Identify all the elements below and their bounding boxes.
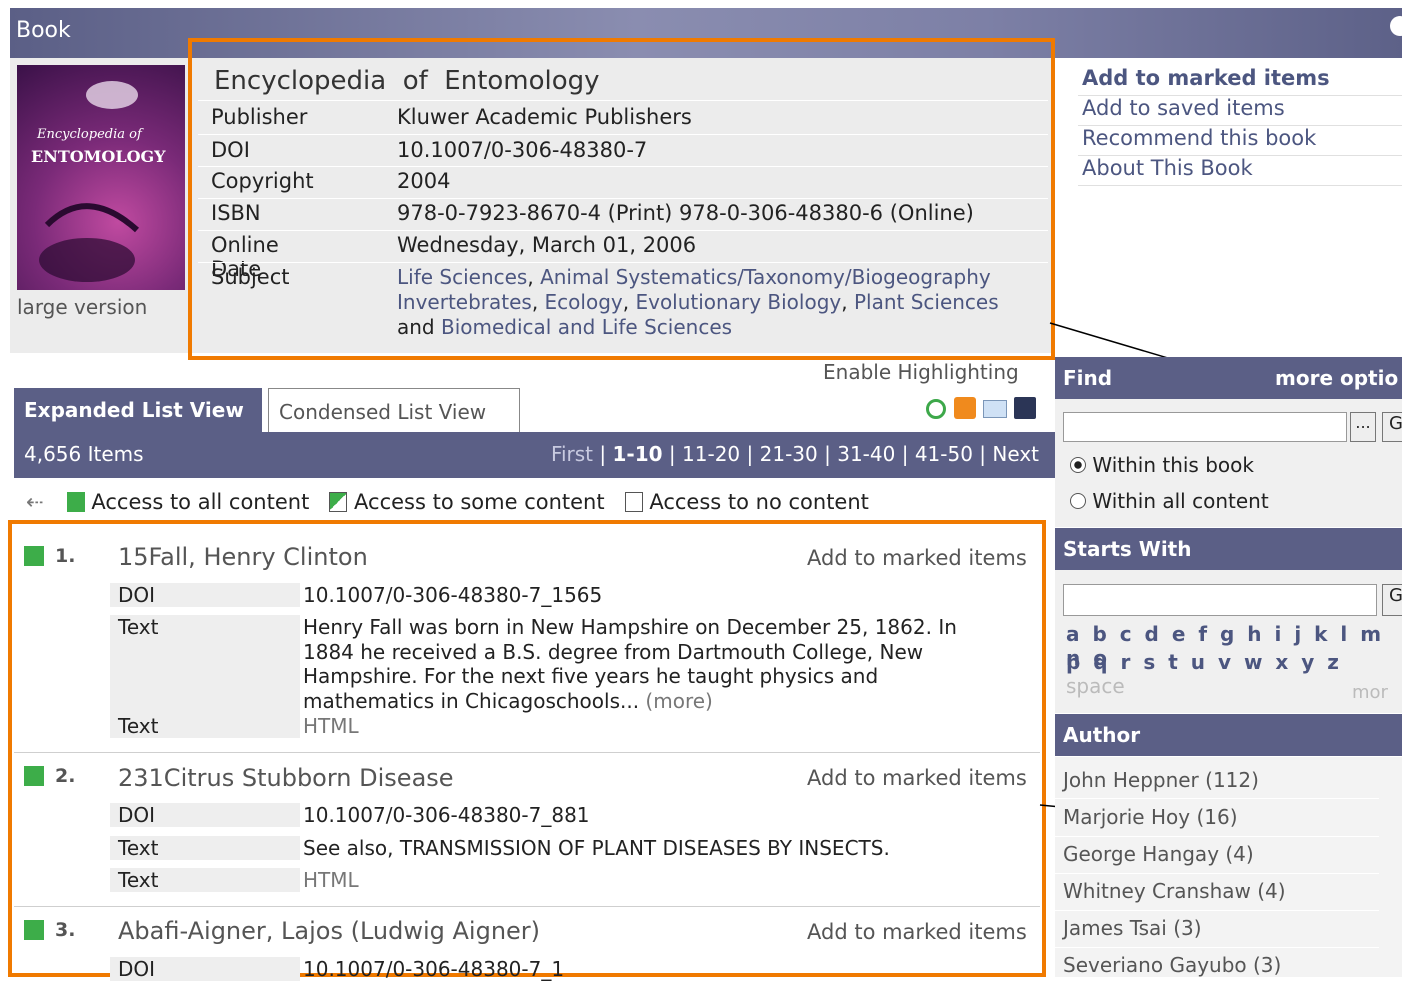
full-access-icon bbox=[24, 920, 44, 940]
item-title-link[interactable]: Abafi-Aigner, Lajos (Ludwig Aigner) bbox=[118, 917, 540, 945]
access-legend: ⇠ Access to all content Access to some c… bbox=[26, 490, 869, 514]
add-to-saved-link[interactable]: Add to saved items bbox=[1082, 96, 1285, 120]
item-title-link[interactable]: 231Citrus Stubborn Disease bbox=[118, 764, 454, 792]
tab-condensed-list-view[interactable]: Condensed List View bbox=[268, 388, 520, 432]
starts-with-input[interactable] bbox=[1063, 584, 1377, 616]
separator: | bbox=[824, 442, 831, 466]
full-access-icon bbox=[24, 766, 44, 786]
no-access-icon bbox=[624, 492, 643, 512]
current-page: 1-10 bbox=[612, 442, 663, 466]
html-link[interactable]: HTML bbox=[303, 868, 359, 892]
results-navbar: 4,656 Items First | 1-10 | 11-20 | 21-30… bbox=[14, 432, 1055, 478]
find-title: Find bbox=[1063, 366, 1113, 390]
item-doi: 10.1007/0-306-48380-7_881 bbox=[303, 803, 590, 827]
page-link[interactable]: 21-30 bbox=[760, 442, 818, 466]
enable-highlighting-link[interactable]: Enable Highlighting bbox=[823, 360, 1019, 384]
field-label: DOI bbox=[110, 583, 300, 607]
item-doi: 10.1007/0-306-48380-7_1565 bbox=[303, 583, 603, 607]
next-page-link[interactable]: Next bbox=[992, 442, 1039, 466]
author-panel-header: Author bbox=[1055, 714, 1402, 756]
add-to-marked-link[interactable]: Add to marked items bbox=[807, 546, 1027, 570]
legend-none: Access to no content bbox=[649, 490, 869, 514]
starts-with-title: Starts With bbox=[1063, 537, 1192, 561]
full-access-icon bbox=[66, 492, 85, 512]
legend-all: Access to all content bbox=[91, 490, 310, 514]
rss-icon[interactable] bbox=[954, 397, 976, 419]
browse-button[interactable]: ... bbox=[1350, 412, 1376, 442]
text-line: Hampshire. For the next five years he ta… bbox=[303, 664, 879, 688]
item-text: Henry Fall was born in New Hampshire on … bbox=[303, 615, 957, 713]
legend-some: Access to some content bbox=[354, 490, 605, 514]
toolbar-icons bbox=[926, 397, 1046, 423]
field-label: DOI bbox=[110, 957, 300, 981]
more-letters-link[interactable]: mor bbox=[1352, 682, 1388, 703]
field-label: Text bbox=[110, 836, 300, 860]
field-label: Text bbox=[110, 868, 300, 892]
find-panel-header: Find more optio bbox=[1055, 357, 1402, 399]
space-link[interactable]: space bbox=[1066, 674, 1125, 698]
recommend-book-link[interactable]: Recommend this book bbox=[1082, 126, 1316, 150]
more-link[interactable]: (more) bbox=[645, 689, 712, 713]
item-number: 1. bbox=[55, 545, 76, 567]
find-input[interactable] bbox=[1063, 412, 1347, 442]
item-number: 2. bbox=[55, 765, 76, 787]
separator: | bbox=[599, 442, 607, 466]
radio-within-all[interactable]: Within all content bbox=[1070, 489, 1269, 513]
starts-with-header: Starts With bbox=[1055, 528, 1402, 570]
item-title-link[interactable]: 15Fall, Henry Clinton bbox=[118, 543, 368, 571]
item-number: 3. bbox=[55, 919, 76, 941]
save-icon[interactable] bbox=[1014, 397, 1036, 419]
radio-label: Within all content bbox=[1092, 489, 1269, 513]
page-link[interactable]: 41-50 bbox=[915, 442, 973, 466]
author-link[interactable]: Marjorie Hoy (16) bbox=[1063, 805, 1238, 829]
tab-expanded-list-view[interactable]: Expanded List View bbox=[14, 388, 262, 432]
starts-with-go-button[interactable]: G bbox=[1382, 584, 1402, 616]
author-link[interactable]: James Tsai (3) bbox=[1063, 916, 1202, 940]
author-link[interactable]: Whitney Cranshaw (4) bbox=[1063, 879, 1286, 903]
first-page-link[interactable]: First bbox=[551, 442, 593, 466]
item-doi: 10.1007/0-306-48380-7_1 bbox=[303, 957, 565, 981]
add-to-marked-link[interactable]: Add to marked items bbox=[807, 920, 1027, 944]
find-go-button[interactable]: G bbox=[1382, 412, 1402, 442]
partial-access-icon bbox=[329, 492, 348, 512]
pagination: First | 1-10 | 11-20 | 21-30 | 31-40 | 4… bbox=[551, 442, 1039, 466]
radio-label: Within this book bbox=[1092, 453, 1254, 477]
author-link[interactable]: John Heppner (112) bbox=[1063, 768, 1259, 792]
field-label: Text bbox=[110, 714, 300, 738]
text-line: Henry Fall was born in New Hampshire on … bbox=[303, 615, 957, 639]
separator: | bbox=[746, 442, 754, 466]
radio-unselected-icon bbox=[1070, 493, 1086, 509]
item-count: 4,656 Items bbox=[24, 442, 144, 466]
field-label: DOI bbox=[110, 803, 300, 827]
radio-within-book[interactable]: Within this book bbox=[1070, 453, 1254, 477]
page-link[interactable]: 31-40 bbox=[837, 442, 895, 466]
field-label: Text bbox=[110, 615, 300, 715]
about-book-link[interactable]: About This Book bbox=[1082, 156, 1253, 180]
more-options-link[interactable]: more optio bbox=[1275, 366, 1398, 390]
tab-label: Expanded List View bbox=[24, 398, 244, 422]
separator: | bbox=[668, 442, 676, 466]
separator: | bbox=[979, 442, 987, 466]
refresh-icon[interactable] bbox=[926, 399, 946, 419]
page-link[interactable]: 11-20 bbox=[682, 442, 740, 466]
add-to-marked-link[interactable]: Add to marked items bbox=[1082, 66, 1330, 90]
text-line: 1884 he received a B.S. degree from Dart… bbox=[303, 639, 924, 664]
author-link[interactable]: Severiano Gayubo (3) bbox=[1063, 953, 1281, 977]
text-line: mathematics in Chicagoschools... bbox=[303, 688, 646, 713]
back-arrow-icon: ⇠ bbox=[26, 490, 44, 514]
author-title: Author bbox=[1063, 723, 1141, 747]
alphabet-letters[interactable]: p q r s t u v w x y z bbox=[1066, 650, 1342, 674]
radio-selected-icon bbox=[1070, 457, 1086, 473]
separator: | bbox=[901, 442, 909, 466]
add-to-marked-link[interactable]: Add to marked items bbox=[807, 766, 1027, 790]
tab-label: Condensed List View bbox=[279, 400, 487, 424]
author-link[interactable]: George Hangay (4) bbox=[1063, 842, 1254, 866]
html-link[interactable]: HTML bbox=[303, 714, 359, 738]
item-text: See also, TRANSMISSION OF PLANT DISEASES… bbox=[303, 836, 890, 860]
full-access-icon bbox=[24, 546, 44, 566]
email-icon[interactable] bbox=[983, 400, 1007, 418]
